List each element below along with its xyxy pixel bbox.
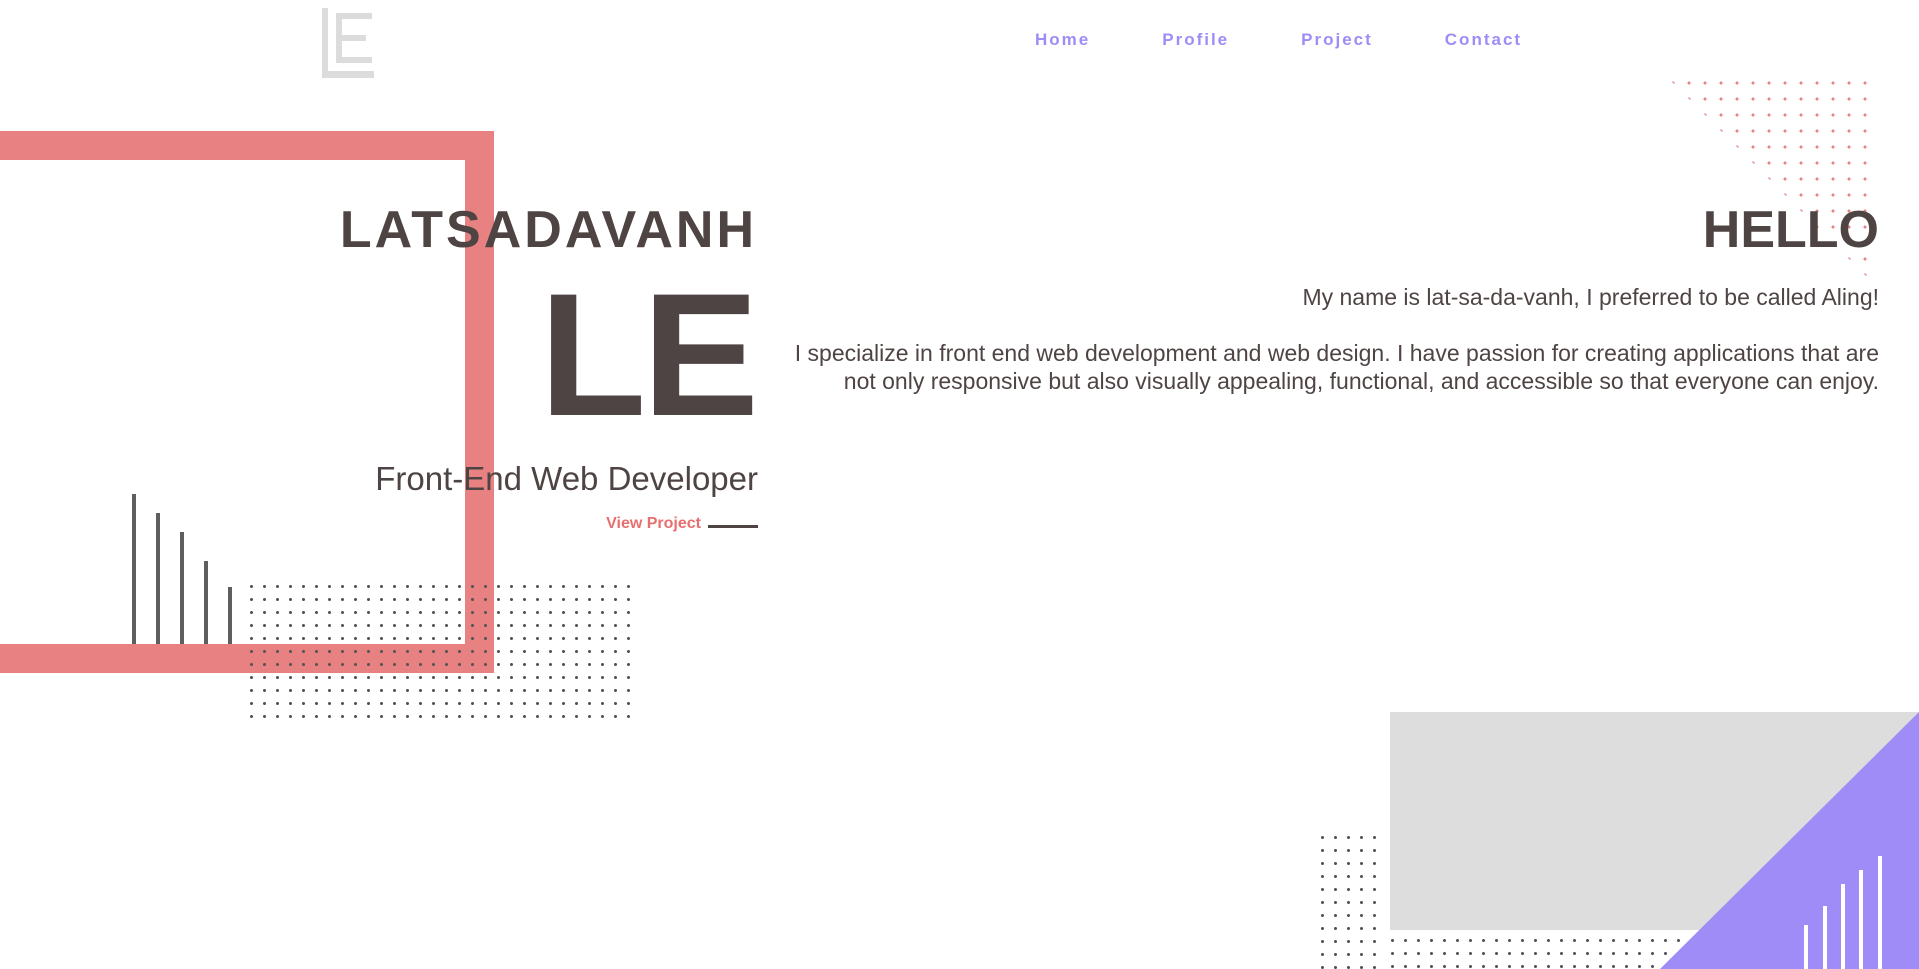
- bar: [132, 494, 136, 644]
- nav-project[interactable]: Project: [1301, 30, 1373, 50]
- bar: [180, 532, 184, 644]
- bar: [1823, 906, 1827, 969]
- nav-profile[interactable]: Profile: [1162, 30, 1229, 50]
- gray-dot-pattern-bottom-strip: [1386, 934, 1686, 969]
- hero-name: LATSADAVANH: [339, 201, 757, 259]
- bar: [1878, 856, 1882, 969]
- bar: [1841, 884, 1845, 969]
- nav-contact[interactable]: Contact: [1445, 30, 1522, 50]
- intro-line-specialty: I specialize in front end web developmen…: [794, 340, 1879, 394]
- hero-initials: LE: [539, 258, 759, 453]
- intro-text: My name is lat-sa-da-vanh, I preferred t…: [779, 283, 1879, 423]
- hero-role: Front-End Web Developer: [375, 460, 758, 497]
- bar: [204, 561, 208, 644]
- view-project-underline: [708, 525, 758, 528]
- main-nav: Home Profile Project Contact: [1035, 30, 1594, 50]
- view-project-link[interactable]: View Project: [606, 515, 701, 533]
- nav-home[interactable]: Home: [1035, 30, 1090, 50]
- intro-line-name: My name is lat-sa-da-vanh, I preferred t…: [1302, 284, 1879, 310]
- gray-dot-pattern-bottom: [1316, 831, 1386, 969]
- bar: [228, 587, 232, 644]
- bar: [1804, 925, 1808, 969]
- gray-dot-pattern: [245, 580, 633, 728]
- frame-top-bar: [0, 131, 494, 160]
- le-logo[interactable]: [322, 8, 374, 78]
- bar: [1859, 870, 1863, 969]
- bar: [156, 513, 160, 644]
- hello-heading: HELLO: [1702, 201, 1879, 259]
